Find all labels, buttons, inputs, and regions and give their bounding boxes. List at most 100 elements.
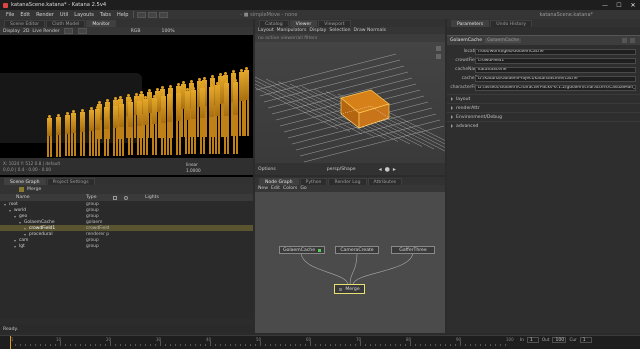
maximize-button[interactable]: ☐ (612, 0, 626, 10)
tree-item-name: world (14, 207, 27, 213)
visibility-column-icon[interactable] (113, 195, 117, 200)
node-camera-create[interactable]: CameraCreate (335, 246, 379, 254)
tab-scene-editor[interactable]: Scene Editor (4, 20, 46, 27)
location-field[interactable]: /root/world/geo/GolaemCache (475, 48, 636, 55)
cache-name-field[interactable]: katanaScene (475, 66, 636, 73)
crowd-fields-field[interactable]: crowdField1 (475, 57, 636, 64)
menu-file[interactable]: File (3, 12, 17, 18)
viewport-3d[interactable] (255, 42, 445, 163)
timeline-tick (325, 344, 326, 346)
menu-tabs[interactable]: Tabs (97, 12, 114, 18)
column-type[interactable]: Type (86, 195, 97, 200)
tab-catalog[interactable]: Catalog (259, 20, 289, 27)
camera-icon[interactable] (436, 46, 441, 51)
column-name[interactable]: Name (16, 195, 30, 200)
close-button[interactable]: ✕ (626, 0, 640, 10)
node-view-icon[interactable] (19, 187, 24, 192)
menu-colors[interactable]: Colors (283, 186, 297, 191)
viewer-menu: Layout Manipulators Display Selection Dr… (255, 27, 445, 34)
tab-monitor[interactable]: Monitor (86, 20, 116, 27)
menu-display[interactable]: Display (309, 28, 326, 33)
monitor-footer: X: 1024 Y: 512 0.8 | default 0,0,0 | 0.4… (0, 158, 253, 175)
menu-render[interactable]: Render (33, 12, 57, 18)
cache-dir-field[interactable]: D:/Katana/GolaemProject/katanaScene/cach… (475, 75, 636, 82)
group-layout[interactable]: layout (447, 94, 640, 103)
zoom-dropdown[interactable]: 100% (162, 29, 175, 34)
node-gaffer-three[interactable]: GafferThree (391, 246, 435, 254)
stop-icon[interactable]: ▸ (393, 166, 396, 173)
compare-button[interactable] (77, 28, 87, 34)
menu-selection[interactable]: Selection (329, 28, 350, 33)
expand-arrow-icon[interactable]: ▾ (19, 220, 21, 225)
tab-render-log[interactable]: Render Log (328, 178, 367, 185)
group-environment-debug[interactable]: Environment/Debug (447, 112, 640, 121)
expand-arrow-icon[interactable]: ▾ (14, 244, 16, 249)
menu-help[interactable]: Help (114, 12, 131, 18)
menu-new[interactable]: New (258, 186, 268, 191)
node-merge[interactable]: Merge (334, 284, 365, 294)
snapshot-button[interactable] (63, 28, 73, 34)
display-menu[interactable]: Display (3, 29, 20, 34)
menu-go[interactable]: Go (300, 186, 306, 191)
expand-arrow-icon[interactable]: ▾ (14, 238, 16, 243)
node-golaem-cache[interactable]: GolaemCache (279, 246, 325, 254)
character-files-field[interactable]: D:/assets/Golaem/CharacterPacks-6.1.2/go… (475, 84, 636, 91)
tree-row[interactable]: ▾ lgt group (0, 243, 253, 249)
timeline-tick (150, 344, 151, 346)
tab-project-settings[interactable]: Project Settings (46, 178, 95, 185)
live-render-toggle[interactable]: Live Render (32, 29, 59, 34)
scenegraph-columns: Name Type Lights (0, 194, 253, 201)
group-render-attr[interactable]: renderAttr (447, 103, 640, 112)
expand-arrow-icon[interactable]: ▾ (24, 232, 26, 237)
expand-arrow-icon[interactable]: ▾ (4, 202, 6, 207)
node-options-icon[interactable] (630, 38, 635, 43)
node-flag-icon[interactable] (622, 38, 627, 43)
menu-layout[interactable]: Layout (258, 28, 274, 33)
record-icon[interactable]: ● (385, 166, 390, 173)
menu-manipulators[interactable]: Manipulators (277, 28, 307, 33)
menu-edit[interactable]: Edit (17, 12, 33, 18)
rgb-dropdown[interactable]: RGB (131, 29, 141, 34)
tab-parameters[interactable]: Parameters (451, 20, 490, 27)
camera-dropdown[interactable]: persp/Shape (327, 167, 356, 172)
eye-column-icon[interactable] (124, 195, 128, 200)
expand-arrow-icon[interactable]: ▾ (14, 214, 16, 219)
live-render-button[interactable] (148, 11, 158, 18)
preview-button[interactable] (159, 11, 169, 18)
timeline[interactable]: 1 10 20 30 40 50 60 70 80 90 100 In 1 Out 100 Cur … (0, 335, 640, 349)
tab-python[interactable]: Python (299, 178, 328, 185)
playhead[interactable] (10, 336, 11, 349)
timeline-tick (75, 344, 76, 346)
options-button[interactable]: Options (258, 167, 276, 172)
node-label: GolaemCache (282, 247, 316, 253)
menu-edit[interactable]: Edit (271, 186, 280, 191)
group-advanced[interactable]: advanced (447, 121, 640, 130)
tab-node-graph[interactable]: Node Graph (259, 178, 299, 185)
tab-attributes[interactable]: Attributes (367, 178, 403, 185)
in-field[interactable]: 1 (526, 337, 539, 343)
nodegraph-canvas[interactable]: GolaemCache CameraCreate GafferThree Mer… (255, 192, 445, 333)
tab-undo-history[interactable]: Undo History (490, 20, 533, 27)
tab-viewer[interactable]: Viewer (289, 20, 318, 27)
tab-scene-graph[interactable]: Scene Graph (4, 178, 46, 185)
timeline-tick (100, 344, 101, 346)
tab-cloth-model[interactable]: Cloth Model (46, 20, 86, 27)
menu-layouts[interactable]: Layouts (71, 12, 97, 18)
mode-2d-toggle[interactable]: 2D (23, 29, 29, 34)
colorspace-dropdown[interactable]: linear (186, 162, 198, 167)
render-button[interactable] (137, 11, 147, 18)
column-lights[interactable]: Lights (145, 195, 159, 200)
menu-util[interactable]: Util (57, 12, 71, 18)
crowd-character (46, 63, 53, 163)
light-icon[interactable] (436, 54, 441, 59)
minimize-button[interactable]: — (598, 0, 612, 10)
gain-value[interactable]: 1.0000 (186, 168, 201, 173)
expand-arrow-icon[interactable]: ▾ (9, 208, 11, 213)
crowd-character (175, 63, 182, 163)
tab-viewport[interactable]: Viewport (318, 20, 351, 27)
expand-arrow-icon[interactable]: ▾ (24, 226, 26, 231)
out-field[interactable]: 100 (552, 337, 567, 343)
play-icon[interactable]: ◂ (379, 166, 382, 173)
menu-draw-normals[interactable]: Draw Normals (354, 28, 386, 33)
cur-field[interactable]: 1 (579, 337, 592, 343)
